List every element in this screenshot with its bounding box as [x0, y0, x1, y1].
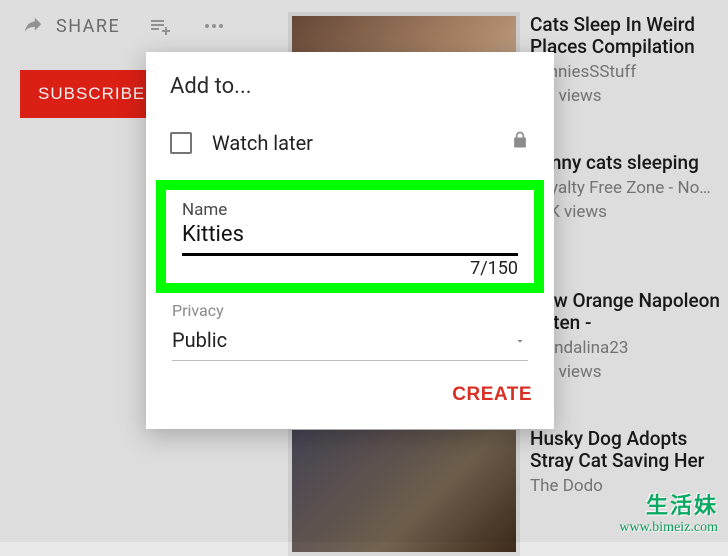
watch-later-row[interactable]: Watch later [146, 117, 554, 172]
video-meta: New Orange Napoleon Kitten - mandalina23… [530, 288, 722, 418]
privacy-value: Public [172, 328, 227, 352]
watch-later-label: Watch later [212, 131, 313, 155]
video-views: 3M views [530, 86, 722, 106]
modal-title: Add to... [146, 52, 554, 117]
share-button[interactable]: SHARE [20, 15, 120, 37]
create-button[interactable]: CREATE [446, 383, 538, 407]
video-meta: Funny cats sleeping Royalty Free Zone - … [530, 150, 711, 280]
input-underline [182, 253, 518, 256]
video-item[interactable]: Husky Dog Adopts Stray Cat Saving Her Th… [288, 426, 728, 556]
share-icon [20, 15, 46, 37]
subscribe-button[interactable]: SUBSCRIBE [20, 70, 163, 118]
share-label: SHARE [56, 16, 120, 37]
video-views: 75K views [530, 202, 711, 222]
privacy-label: Privacy [172, 301, 528, 320]
privacy-dropdown[interactable]: Public [172, 324, 528, 361]
video-meta: Cats Sleep In Weird Places Compilation F… [530, 12, 722, 142]
modal-actions: CREATE [146, 365, 554, 419]
video-channel: FunniesSStuff [530, 62, 722, 82]
video-title: Cats Sleep In Weird Places Compilation [530, 14, 722, 58]
chevron-down-icon [512, 328, 528, 352]
video-views: 2M views [530, 362, 722, 382]
char-count: 7/150 [182, 258, 518, 279]
name-input[interactable]: Kitties [182, 220, 518, 253]
video-meta: Husky Dog Adopts Stray Cat Saving Her Th… [530, 426, 722, 556]
more-icon[interactable] [200, 14, 228, 38]
add-to-playlist-icon[interactable] [146, 14, 174, 38]
checkbox-icon[interactable] [170, 132, 192, 154]
add-to-playlist-modal: Add to... Watch later Name Kitties 7/150… [146, 52, 554, 429]
video-channel: The Dodo [530, 476, 722, 496]
privacy-block: Privacy Public [146, 293, 554, 365]
video-thumbnail [288, 426, 520, 556]
video-title: Husky Dog Adopts Stray Cat Saving Her [530, 428, 722, 472]
video-channel: mandalina23 [530, 338, 722, 358]
name-label: Name [182, 200, 518, 220]
video-channel: Royalty Free Zone - No… [530, 178, 711, 198]
video-title: New Orange Napoleon Kitten - [530, 290, 722, 334]
video-title: Funny cats sleeping [530, 152, 711, 174]
lock-icon [510, 129, 530, 156]
name-field-highlight: Name Kitties 7/150 [156, 180, 544, 293]
